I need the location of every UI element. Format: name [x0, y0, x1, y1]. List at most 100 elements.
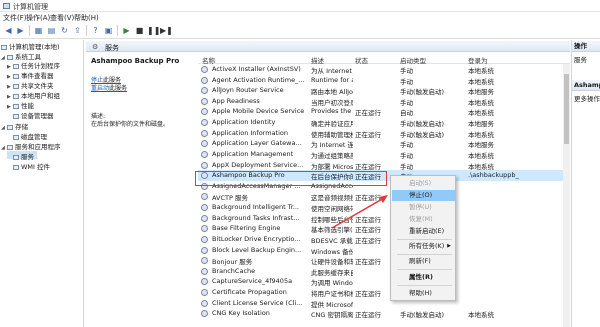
tree-item-services-applications[interactable]: ◢ 服务和应用程序 [1, 141, 61, 151]
service-startup-cell: 自动 [400, 109, 413, 118]
start-service-icon[interactable]: ▶ [121, 25, 132, 36]
table-row[interactable]: Application Layer Gatewa... 为 Internet 连接… [198, 138, 570, 149]
table-row[interactable]: Application Management 为通过组策略部署... 手动 本地系统 [198, 149, 570, 160]
service-desc-cell: 当用户初次登录到... [311, 98, 353, 107]
show-tree-icon[interactable]: ▦ [33, 25, 44, 36]
service-gear-icon [201, 76, 208, 84]
highlight-box [195, 171, 387, 186]
table-row[interactable]: Application Information 使用辅助管理权限...正在运行 手动… [198, 128, 570, 139]
table-row[interactable]: Application Identity 确定并验证应用程... 手动(触发启动) 本… [198, 117, 570, 128]
context-menu-stop[interactable]: 停止(O) [392, 190, 455, 201]
context-menu-all-tasks[interactable]: 所有任务(K) ▶ [392, 241, 455, 252]
table-row[interactable]: CNG Key Isolation CNG 密钥隔离服...正在运行 手动(触发启动… [198, 308, 570, 319]
service-logon-cell: .\ashbackuppb_ [468, 171, 519, 180]
tree-item-services[interactable]: 服务 [7, 151, 37, 161]
service-name-cell: CaptureService_4f9405a [212, 277, 293, 286]
help-icon[interactable]: ? [90, 25, 101, 36]
table-row[interactable]: CaptureService_4f9405a 为调用 Windows... [198, 276, 570, 287]
service-gear-icon [201, 119, 208, 127]
properties-icon[interactable]: ▣ [103, 25, 114, 36]
computer-icon [1, 45, 7, 50]
context-menu-resume[interactable]: 恢复(M) [392, 214, 455, 225]
actions-more-item[interactable]: 更多操作 [574, 93, 600, 103]
service-name-cell: Application Layer Gatewa... [212, 139, 302, 148]
table-row[interactable]: App Readiness 当用户初次登录到... 手动 本地系统 [198, 96, 570, 107]
service-name-cell: Base Filtering Engine [212, 224, 281, 233]
context-menu-refresh[interactable]: 刷新(F) [392, 256, 455, 267]
service-status-cell: 正在运行 [355, 311, 381, 320]
service-gear-icon [201, 289, 208, 297]
back-arrow-icon[interactable]: ◀ [3, 25, 14, 36]
tree-item-performance[interactable]: ▶ 性能 [7, 100, 34, 110]
table-row[interactable]: Block Level Backup Engin... Windows 备份使..… [198, 245, 570, 256]
restart-service-icon[interactable]: ▶❚ [160, 25, 173, 36]
service-startup-cell: 手动 [400, 98, 413, 107]
table-row[interactable]: Apple Mobile Device Service Provides the … [198, 106, 570, 117]
tree-item-storage[interactable]: ◢ 存储 [1, 121, 28, 131]
service-name-cell: AVCTP 服务 [212, 194, 248, 203]
service-gear-icon [201, 87, 208, 95]
service-desc-cell: 路由本地 AllJoyn ... [311, 88, 353, 97]
tree-item-disk-management[interactable]: 磁盘管理 [7, 131, 47, 141]
table-row[interactable]: ActiveX Installer (AxInstSV) 为从 Internet … [198, 64, 570, 75]
service-startup-cell: 手动(触发启动) [400, 130, 445, 139]
clock-icon [13, 64, 19, 69]
details-view-icon[interactable]: ▤ [46, 25, 57, 36]
tree-item-event-viewer[interactable]: ▶ 事件查看器 [7, 70, 54, 80]
table-row[interactable]: AppX Deployment Service... 为部署 Microso...… [198, 160, 570, 171]
context-menu-help[interactable]: 帮助(H) [392, 288, 455, 299]
tree-item-device-manager[interactable]: 设备管理器 [7, 110, 54, 120]
context-menu-divider [397, 269, 452, 270]
service-startup-cell: 手动 [400, 162, 413, 171]
toolbar-divider [86, 25, 87, 36]
tree-item-wmi-control[interactable]: WMI 控件 [7, 161, 50, 171]
service-name-cell: Background Intelligent Tr... [212, 203, 299, 212]
table-row[interactable]: Agent Activation Runtime_... Runtime for … [198, 75, 570, 86]
tree-item-local-users-groups[interactable]: ▶ 本地用户和组 [7, 90, 60, 100]
arrow-head [379, 195, 388, 203]
context-menu-pause[interactable]: 暂停(U) [392, 202, 455, 213]
service-name-cell: Background Tasks Infrast... [212, 213, 300, 222]
tree-item-system-tools[interactable]: ◢ 系统工具 [1, 51, 41, 61]
table-row[interactable]: AllJoyn Router Service 路由本地 AllJoyn ... 手动… [198, 85, 570, 96]
tree-item-computer-management[interactable]: 计算机管理(本地) [1, 41, 60, 51]
disk-icon [13, 135, 19, 140]
scrollbar-thumb[interactable] [564, 74, 569, 144]
actions-services-item[interactable]: 服务 [574, 54, 600, 64]
table-row[interactable]: BranchCache 此服务缓存来自本... [198, 266, 570, 277]
service-logon-cell: 本地系统 [468, 77, 494, 86]
table-row[interactable]: Certificate Propagation将用户证书和根证...正在运行 [198, 287, 570, 298]
service-name-cell: Application Management [212, 149, 294, 158]
pause-service-icon[interactable]: ❚❚ [147, 25, 160, 36]
context-menu-start[interactable]: 启动(S) [392, 178, 455, 189]
table-row[interactable]: Bonjour 服务让硬件设备和软件...正在运行 [198, 255, 570, 266]
refresh-icon[interactable]: ↻ [59, 25, 70, 36]
context-menu: 启动(S) 停止(O) 暂停(U) 恢复(M) 重新启动(E) 所有任务(K) … [390, 175, 456, 301]
forward-arrow-icon[interactable]: ▶ [15, 25, 26, 36]
service-startup-cell: 手动 [400, 77, 413, 86]
service-desc-cell: 此服务缓存来自本... [311, 268, 353, 277]
export-list-icon[interactable]: ⇪ [72, 25, 83, 36]
context-menu-divider [397, 285, 452, 286]
service-gear-icon [201, 257, 208, 265]
description-text: 在后台保护你的文件和磁盘。 [91, 121, 170, 128]
table-row[interactable]: BitLocker Drive Encryptio... BDESVC 承载 Bi… [198, 234, 570, 245]
restart-service-link[interactable]: 重启动 [91, 85, 109, 92]
service-gear-icon [201, 278, 208, 286]
service-gear-icon [201, 66, 208, 73]
service-startup-cell: 手动(触发启动) [400, 120, 445, 129]
table-row[interactable]: Client License Service (Cli... 提供 Microso… [198, 298, 570, 309]
stop-service-icon[interactable]: ■ [134, 25, 145, 36]
service-gear-icon [201, 267, 208, 275]
context-menu-properties[interactable]: 属性(R) [392, 272, 455, 283]
service-name-cell: App Readiness [212, 96, 260, 105]
tree-item-task-scheduler[interactable]: ▶ 任务计划程序 [7, 60, 60, 70]
context-menu-restart[interactable]: 重新启动(E) [392, 226, 455, 237]
service-logon-cell: 本地系统 [468, 98, 494, 107]
tree-item-shared-folders[interactable]: ▶ 共享文件夹 [7, 80, 54, 90]
service-desc-cell: 为 Internet 连接... [311, 141, 353, 150]
service-desc-cell: 为从 Internet 安... [311, 67, 353, 75]
vertical-scrollbar[interactable] [563, 64, 570, 327]
service-name-cell: Agent Activation Runtime_... [212, 75, 305, 84]
service-gear-icon [201, 235, 208, 243]
